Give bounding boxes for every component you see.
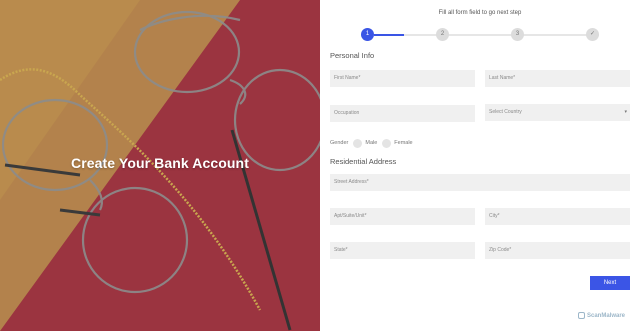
page: Create Your Bank Account Fill all form f… [0, 0, 640, 331]
last-name-field[interactable]: Last Name* [485, 70, 630, 87]
stepper: 1 2 3 ✓ [361, 28, 601, 42]
watermark: ScanMalware [578, 312, 625, 319]
step-progress-line [374, 34, 404, 36]
apt-field[interactable]: Apt/Suite/Unit* [330, 208, 475, 225]
step-hint: Fill all form field to go next step [438, 10, 522, 16]
country-select-value: Select Country [489, 109, 522, 115]
zip-code-field[interactable]: Zip Code* [485, 242, 630, 259]
female-radio[interactable] [382, 138, 392, 148]
watermark-text: ScanMalware [587, 312, 626, 319]
city-field[interactable]: City* [485, 208, 630, 225]
next-button[interactable]: Next [590, 276, 630, 290]
hero-panel: Create Your Bank Account [0, 0, 320, 331]
hero-title: Create Your Bank Account [71, 155, 249, 171]
male-radio[interactable] [353, 138, 363, 148]
step-track-line [404, 34, 599, 36]
chevron-down-icon: ▾ [624, 109, 627, 115]
gender-group: Gender Male Female [330, 138, 413, 148]
first-name-field[interactable]: First Name* [330, 70, 475, 87]
step-complete-check-icon[interactable]: ✓ [586, 28, 599, 41]
street-address-field[interactable]: Street Address* [330, 174, 630, 191]
watermark-logo-icon [578, 312, 585, 319]
personal-info-title: Personal Info [330, 51, 375, 60]
step-3[interactable]: 3 [511, 28, 524, 41]
gender-label: Gender [330, 140, 349, 146]
country-select[interactable]: Select Country ▾ [485, 104, 630, 121]
state-field[interactable]: State* [330, 242, 475, 259]
male-label[interactable]: Male [365, 140, 377, 146]
female-label[interactable]: Female [394, 140, 412, 146]
signup-form: Fill all form field to go next step 1 2 … [320, 0, 640, 331]
step-1[interactable]: 1 [361, 28, 374, 41]
step-2[interactable]: 2 [436, 28, 449, 41]
occupation-field[interactable]: Occupation [330, 105, 475, 122]
residential-address-title: Residential Address [330, 157, 397, 166]
